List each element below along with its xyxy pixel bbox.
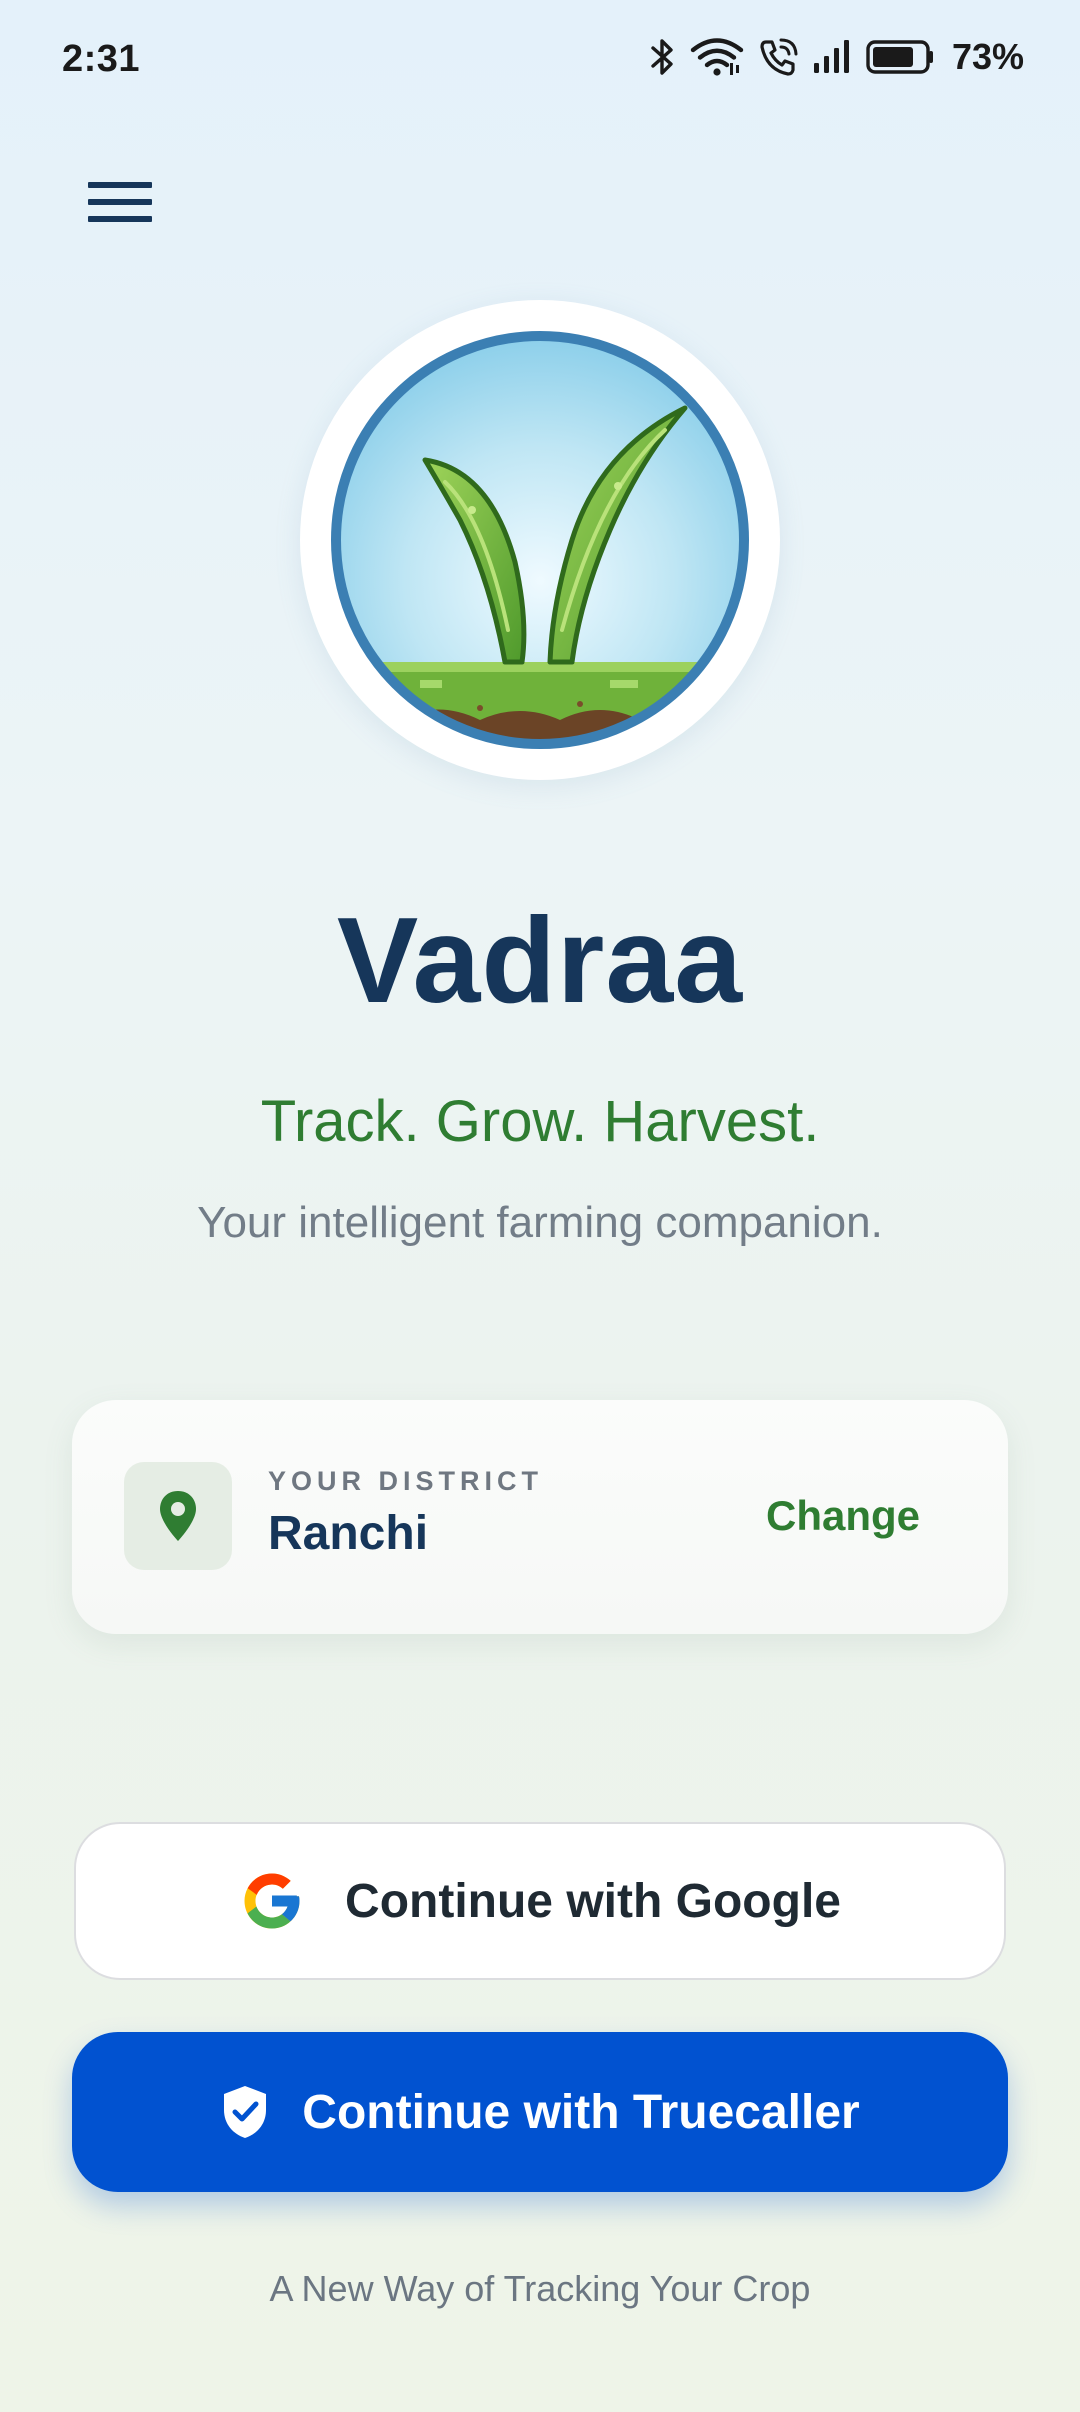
location-pin-icon bbox=[160, 1491, 196, 1541]
shield-check-icon bbox=[224, 2086, 267, 2138]
status-time: 2:31 bbox=[62, 38, 141, 80]
app-title: Vadraa bbox=[336, 892, 744, 1028]
battery-icon bbox=[866, 40, 933, 74]
footer-text: A New Way of Tracking Your Crop bbox=[269, 2268, 811, 2309]
change-district-button[interactable]: Change bbox=[766, 1492, 920, 1540]
app-tagline: Track. Grow. Harvest. bbox=[260, 1089, 820, 1154]
wifi-call-icon bbox=[760, 38, 798, 76]
sprout-logo-icon bbox=[331, 331, 749, 749]
battery-percent: 73% bbox=[951, 36, 1024, 77]
menu-button[interactable] bbox=[76, 166, 164, 238]
signal-icon bbox=[813, 40, 849, 73]
truecaller-button-label: Continue with Truecaller bbox=[302, 2085, 860, 2139]
bluetooth-icon bbox=[651, 39, 673, 75]
app-logo bbox=[300, 300, 780, 780]
google-g-icon bbox=[244, 1873, 300, 1929]
google-button-label: Continue with Google bbox=[345, 1874, 841, 1928]
district-card: YOUR DISTRICT Ranchi Change bbox=[72, 1400, 1008, 1634]
continue-with-truecaller-button[interactable]: Continue with Truecaller bbox=[72, 2032, 1008, 2192]
status-bar: 2:31 73% bbox=[0, 0, 1080, 124]
wifi-icon bbox=[690, 38, 744, 76]
district-icon-box bbox=[124, 1462, 232, 1570]
district-value: Ranchi bbox=[268, 1507, 429, 1560]
hamburger-menu-icon bbox=[88, 182, 152, 222]
district-label: YOUR DISTRICT bbox=[268, 1466, 544, 1496]
continue-with-google-button[interactable]: Continue with Google bbox=[74, 1822, 1006, 1980]
app-subtitle: Your intelligent farming companion. bbox=[197, 1198, 883, 1247]
status-icons: 73% bbox=[650, 36, 1024, 78]
